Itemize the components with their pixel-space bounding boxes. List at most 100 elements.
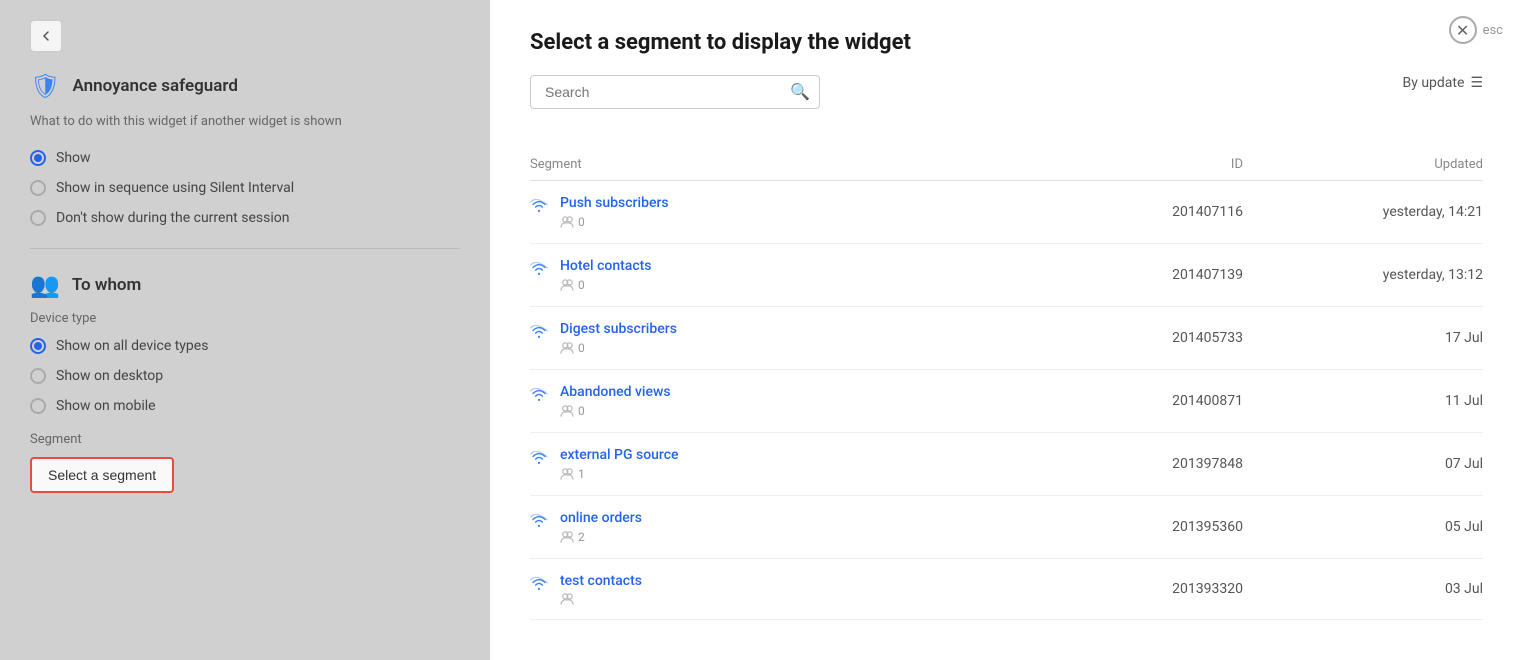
seg-info-6: test contacts xyxy=(530,573,1083,605)
to-whom-header: 👥 To whom xyxy=(30,271,460,299)
radio-all-devices[interactable]: Show on all device types xyxy=(30,338,460,354)
seg-name-6: test contacts xyxy=(560,573,642,589)
sort-control[interactable]: By update ☰ xyxy=(1403,75,1483,91)
radio-show-label: Show xyxy=(56,150,91,166)
seg-info-1: Hotel contacts 0 xyxy=(530,258,1083,292)
seg-id-5: 201395360 xyxy=(1083,519,1283,535)
seg-updated-1: yesterday, 13:12 xyxy=(1283,267,1483,283)
seg-name-2: Digest subscribers xyxy=(560,321,677,337)
seg-updated-2: 17 Jul xyxy=(1283,330,1483,346)
seg-id-4: 201397848 xyxy=(1083,456,1283,472)
seg-info-5: online orders 2 xyxy=(530,510,1083,544)
modal-overlay: ✕ esc Select a segment to display the wi… xyxy=(490,0,1523,660)
radio-desktop-circle xyxy=(30,368,46,384)
radio-sequence[interactable]: Show in sequence using Silent Interval xyxy=(30,180,460,196)
seg-count-2: 0 xyxy=(560,341,677,355)
seg-name-group-0: Push subscribers 0 xyxy=(560,195,669,229)
table-header: Segment ID Updated xyxy=(530,149,1483,181)
annoyance-options: Show Show in sequence using Silent Inter… xyxy=(30,150,460,226)
annoyance-desc: What to do with this widget if another w… xyxy=(30,112,460,132)
table-row[interactable]: Push subscribers 0 201407116 yesterday, … xyxy=(530,181,1483,244)
segment-wifi-icon-1 xyxy=(530,260,548,281)
radio-show-circle xyxy=(30,150,46,166)
seg-name-group-3: Abandoned views 0 xyxy=(560,384,671,418)
seg-id-1: 201407139 xyxy=(1083,267,1283,283)
radio-all-devices-circle xyxy=(30,338,46,354)
col-segment-header: Segment xyxy=(530,157,1083,172)
table-row[interactable]: Abandoned views 0 201400871 11 Jul xyxy=(530,370,1483,433)
segment-wifi-icon-5 xyxy=(530,512,548,533)
segment-wifi-icon-4 xyxy=(530,449,548,470)
seg-count-6 xyxy=(560,593,642,605)
seg-updated-5: 05 Jul xyxy=(1283,519,1483,535)
radio-mobile-circle xyxy=(30,398,46,414)
seg-name-5: online orders xyxy=(560,510,642,526)
seg-info-4: external PG source 1 xyxy=(530,447,1083,481)
seg-id-6: 201393320 xyxy=(1083,581,1283,597)
esc-label: esc xyxy=(1483,23,1503,38)
seg-count-4: 1 xyxy=(560,467,679,481)
segment-wifi-icon-2 xyxy=(530,323,548,344)
to-whom-icon: 👥 xyxy=(30,271,60,299)
seg-id-3: 201400871 xyxy=(1083,393,1283,409)
sort-icon: ☰ xyxy=(1470,75,1483,91)
seg-count-1: 0 xyxy=(560,278,652,292)
seg-name-group-1: Hotel contacts 0 xyxy=(560,258,652,292)
col-updated-header: Updated xyxy=(1283,157,1483,172)
seg-info-3: Abandoned views 0 xyxy=(530,384,1083,418)
sort-label: By update xyxy=(1403,75,1465,91)
device-type-label: Device type xyxy=(30,311,460,326)
radio-desktop-label: Show on desktop xyxy=(56,368,163,384)
seg-id-0: 201407116 xyxy=(1083,204,1283,220)
seg-name-4: external PG source xyxy=(560,447,679,463)
modal-title: Select a segment to display the widget xyxy=(530,30,1483,55)
table-row[interactable]: Hotel contacts 0 201407139 yesterday, 13… xyxy=(530,244,1483,307)
radio-dont-show-label: Don't show during the current session xyxy=(56,210,289,226)
seg-count-5: 2 xyxy=(560,530,642,544)
seg-id-2: 201405733 xyxy=(1083,330,1283,346)
search-icon[interactable]: 🔍 xyxy=(790,82,810,102)
device-options: Show on all device types Show on desktop… xyxy=(30,338,460,414)
radio-dont-show[interactable]: Don't show during the current session xyxy=(30,210,460,226)
seg-updated-3: 11 Jul xyxy=(1283,393,1483,409)
modal-content: Select a segment to display the widget 🔍… xyxy=(490,0,1523,660)
table-row[interactable]: test contacts 201393320 03 Jul xyxy=(530,559,1483,620)
search-input[interactable] xyxy=(530,75,820,109)
back-button[interactable] xyxy=(30,20,62,52)
radio-mobile[interactable]: Show on mobile xyxy=(30,398,460,414)
seg-updated-6: 03 Jul xyxy=(1283,581,1483,597)
modal-close-area[interactable]: ✕ esc xyxy=(1449,16,1503,44)
select-segment-button[interactable]: Select a segment xyxy=(30,457,174,493)
segment-wifi-icon-3 xyxy=(530,386,548,407)
seg-count-0: 0 xyxy=(560,215,669,229)
seg-name-group-2: Digest subscribers 0 xyxy=(560,321,677,355)
seg-info-2: Digest subscribers 0 xyxy=(530,321,1083,355)
seg-name-1: Hotel contacts xyxy=(560,258,652,274)
search-sort-row: 🔍 By update ☰ xyxy=(530,75,1483,129)
segment-wifi-icon-0 xyxy=(530,197,548,218)
col-id-header: ID xyxy=(1083,157,1283,172)
seg-name-group-6: test contacts xyxy=(560,573,642,605)
annoyance-icon: 🛡 xyxy=(30,72,60,100)
segment-rows: Push subscribers 0 201407116 yesterday, … xyxy=(530,181,1483,660)
seg-updated-0: yesterday, 14:21 xyxy=(1283,204,1483,220)
section-divider xyxy=(30,248,460,249)
radio-mobile-label: Show on mobile xyxy=(56,398,156,414)
table-row[interactable]: online orders 2 201395360 05 Jul xyxy=(530,496,1483,559)
seg-count-3: 0 xyxy=(560,404,671,418)
radio-desktop[interactable]: Show on desktop xyxy=(30,368,460,384)
segment-wifi-icon-6 xyxy=(530,575,548,596)
table-row[interactable]: external PG source 1 201397848 07 Jul xyxy=(530,433,1483,496)
seg-info-0: Push subscribers 0 xyxy=(530,195,1083,229)
annoyance-section-header: 🛡 Annoyance safeguard xyxy=(30,72,460,100)
seg-name-3: Abandoned views xyxy=(560,384,671,400)
close-icon[interactable]: ✕ xyxy=(1449,16,1477,44)
radio-dont-show-circle xyxy=(30,210,46,226)
radio-sequence-circle xyxy=(30,180,46,196)
seg-name-group-4: external PG source 1 xyxy=(560,447,679,481)
radio-all-devices-label: Show on all device types xyxy=(56,338,208,354)
radio-show[interactable]: Show xyxy=(30,150,460,166)
background-panel: 🛡 Annoyance safeguard What to do with th… xyxy=(0,0,490,660)
annoyance-title: Annoyance safeguard xyxy=(72,76,238,96)
table-row[interactable]: Digest subscribers 0 201405733 17 Jul xyxy=(530,307,1483,370)
